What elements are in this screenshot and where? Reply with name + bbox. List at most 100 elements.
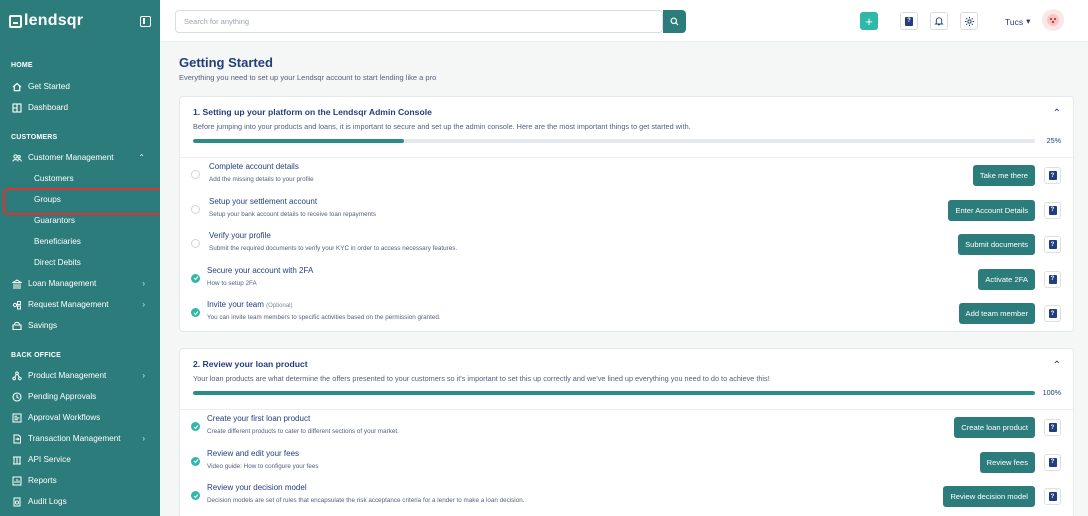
help-button[interactable]: ? (1044, 305, 1061, 323)
help-button[interactable]: ? (1044, 453, 1061, 471)
topbar: + ? Tucs ▾ (160, 0, 1088, 42)
task-description: Setup your bank account details to recei… (209, 210, 376, 218)
transaction-icon (12, 434, 22, 444)
sidebar-item-loan-management[interactable]: Loan Management › (0, 273, 160, 294)
sidebar-item-pending-approvals[interactable]: Pending Approvals (0, 386, 160, 407)
help-book-icon: ? (1048, 274, 1057, 284)
task-status-icon (191, 204, 200, 214)
progress-fill (193, 391, 1035, 395)
check-circle-icon (191, 308, 200, 318)
sidebar-item-label: Customer Management (28, 153, 114, 162)
progress-bar (193, 139, 1035, 143)
chevron-up-icon[interactable]: ⌃ (1053, 108, 1061, 119)
sidebar-item-audit-logs[interactable]: Audit Logs (0, 491, 160, 512)
task-description: Video guide: How to configure your fees (207, 462, 319, 470)
sidebar-collapse-icon[interactable] (140, 15, 151, 27)
task-title: Setup your settlement account (209, 196, 318, 206)
search-button[interactable] (663, 10, 686, 33)
sidebar-item-request-management[interactable]: Request Management › (0, 294, 160, 315)
bank-icon (12, 278, 22, 289)
notifications-button[interactable] (930, 12, 948, 30)
sidebar-item-product-management[interactable]: Product Management › (0, 365, 160, 386)
page-subtitle: Everything you need to set up your Lends… (179, 73, 437, 82)
sidebar-item-dashboard[interactable]: Dashboard (0, 97, 160, 118)
sidebar-item-label: API Service (28, 455, 71, 464)
progress-percent: 25% (1046, 136, 1061, 145)
task-row: Complete account details Add the missing… (180, 158, 1073, 193)
sidebar-item-customers[interactable]: Customers (0, 168, 160, 189)
sidebar-item-guarantors[interactable]: Guarantors (0, 210, 160, 231)
brand-header: lendsqr (0, 0, 160, 42)
add-button[interactable]: + (860, 12, 878, 30)
help-button[interactable]: ? (1044, 419, 1061, 436)
reports-icon (12, 476, 22, 486)
help-button[interactable]: ? (1044, 167, 1061, 184)
add-team-member-button[interactable]: Add team member (958, 303, 1035, 325)
task-description: Submit the required documents to verify … (209, 245, 458, 253)
card-header[interactable]: 1. Setting up your platform on the Lends… (180, 97, 1073, 158)
sidebar-item-transaction-management[interactable]: Transaction Management › (0, 428, 160, 449)
review-decision-model-button[interactable]: Review decision model (943, 486, 1035, 508)
clock-icon (12, 391, 22, 402)
enter-account-details-button[interactable]: Enter Account Details (948, 199, 1035, 221)
chevron-up-icon[interactable]: ⌃ (1053, 360, 1061, 371)
help-docs-button[interactable]: ? (900, 12, 918, 30)
task-title: Verify your profile (209, 231, 271, 241)
dashboard-icon (12, 102, 22, 113)
task-status-icon (191, 170, 200, 179)
help-button[interactable]: ? (1044, 270, 1061, 288)
sidebar-item-savings[interactable]: Savings (0, 315, 160, 336)
task-row: Secure your account with 2FA How to setu… (180, 262, 1073, 297)
sidebar-item-label: Groups (34, 195, 61, 204)
card-description: Your loan products are what determine th… (193, 374, 770, 383)
task-description: Decision models are set of rules that en… (207, 497, 525, 505)
sidebar-item-label: Transaction Management (28, 434, 121, 443)
sidebar-item-api-service[interactable]: API Service (0, 449, 160, 470)
user-menu[interactable]: Tucs ▾ (1005, 16, 1030, 27)
sidebar-item-get-started[interactable]: Get Started (0, 76, 160, 97)
sidebar-item-beneficiaries[interactable]: Beneficiaries (0, 231, 160, 252)
sidebar-item-label: Dashboard (28, 103, 69, 112)
task-description: How to setup 2FA (207, 279, 257, 287)
sidebar-item-label: Product Management (28, 371, 107, 380)
audit-icon (12, 497, 22, 507)
card-header[interactable]: 2. Review your loan product Your loan pr… (180, 349, 1073, 410)
main-content: Getting Started Everything you need to s… (160, 42, 1088, 516)
help-button[interactable]: ? (1044, 201, 1061, 219)
check-circle-icon (191, 491, 200, 501)
sidebar-item-label: Savings (28, 321, 58, 330)
optional-tag: (Optional) (266, 303, 293, 310)
search-input[interactable] (175, 10, 663, 33)
avatar[interactable] (1042, 9, 1064, 31)
help-button[interactable]: ? (1044, 236, 1061, 254)
activate-2fa-button[interactable]: Activate 2FA (978, 268, 1035, 290)
sidebar-item-groups[interactable]: Groups (0, 188, 160, 215)
take-me-there-button[interactable]: Take me there (972, 165, 1035, 186)
task-row: Review and edit your fees Video guide: H… (180, 445, 1073, 480)
help-book-icon: ? (1048, 423, 1057, 432)
bell-icon (934, 17, 944, 26)
sidebar-item-reports[interactable]: Reports (0, 470, 160, 491)
brand-logo[interactable]: lendsqr (9, 12, 83, 30)
help-button[interactable]: ? (1044, 488, 1061, 506)
create-loan-product-button[interactable]: Create loan product (954, 417, 1035, 438)
review-fees-button[interactable]: Review fees (979, 451, 1035, 473)
lendsqr-logo-icon (9, 14, 22, 28)
task-title: Create your first loan product (207, 414, 311, 423)
nav-section-back-office: BACK OFFICE (11, 351, 62, 359)
card-title: 1. Setting up your platform on the Lends… (193, 107, 432, 117)
settings-button[interactable] (960, 12, 978, 30)
sidebar-item-customer-management[interactable]: Customer Management ⌃ (0, 147, 160, 168)
card-title: 2. Review your loan product (193, 359, 308, 369)
sidebar-item-direct-debits[interactable]: Direct Debits (0, 252, 160, 273)
card-description: Before jumping into your products and lo… (193, 122, 691, 131)
task-description: Create different products to cater to di… (207, 428, 399, 435)
task-row: Setup your settlement account Setup your… (180, 193, 1073, 228)
submit-documents-button[interactable]: Submit documents (958, 234, 1035, 256)
nav-section-customers: CUSTOMERS (11, 133, 58, 141)
sidebar-item-label: Loan Management (28, 279, 97, 288)
sidebar-item-label: Request Management (28, 300, 109, 309)
chevron-right-icon: › (142, 300, 145, 309)
progress-bar (193, 391, 1035, 395)
sidebar-item-approval-workflows[interactable]: Approval Workflows (0, 407, 160, 428)
